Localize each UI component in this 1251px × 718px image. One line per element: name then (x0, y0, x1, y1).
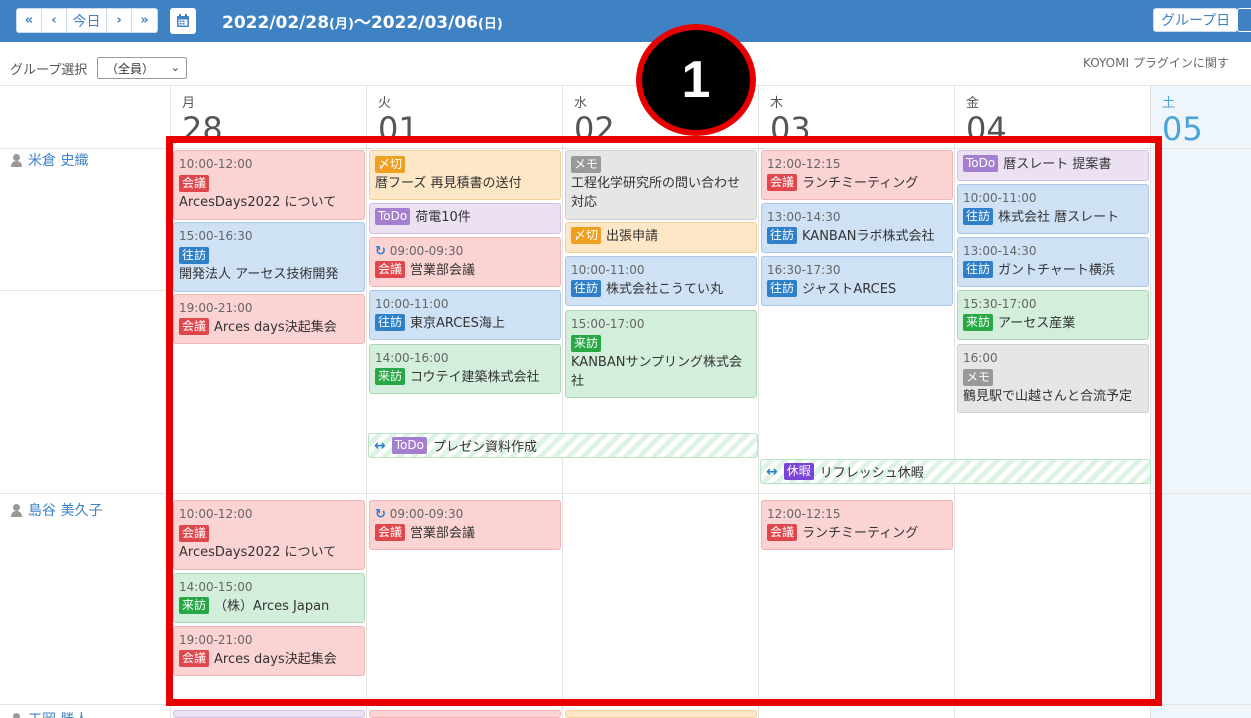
grid-line (0, 290, 170, 291)
group-day-view-button[interactable]: グループ日 (1153, 8, 1239, 32)
top-toolbar: « ‹ 今日 › » 2022/02/28(月)～2022/03/06(日) グ… (0, 0, 1251, 42)
weekday-label: 水 (574, 96, 588, 111)
date-separator: ～ (353, 13, 371, 33)
day-header-sat[interactable]: 土 05 (1162, 92, 1203, 145)
member-name[interactable]: 米倉 史織 (10, 150, 88, 170)
person-icon (10, 153, 23, 167)
prev-week-button[interactable]: ‹ (42, 9, 67, 32)
event-card[interactable] (173, 710, 365, 718)
koyomi-plugin-link[interactable]: KOYOMI プラグインに関す (1083, 54, 1229, 71)
person-icon (10, 503, 23, 517)
calendar-picker-button[interactable] (170, 8, 196, 34)
group-select-label: グループ選択 (10, 63, 88, 78)
weekday-label: 木 (770, 96, 784, 111)
today-button[interactable]: 今日 (67, 9, 107, 32)
member-name[interactable]: 島谷 美久子 (10, 500, 102, 520)
group-select[interactable]: （全員） ⌄ (97, 57, 187, 79)
highlight-box (166, 136, 1162, 706)
calendar-icon (177, 14, 189, 27)
view-toggle-button[interactable] (1237, 8, 1251, 32)
first-week-button[interactable]: « (17, 9, 42, 32)
last-week-button[interactable]: » (132, 9, 157, 32)
next-week-button[interactable]: › (107, 9, 132, 32)
day-number: 05 (1162, 110, 1203, 148)
group-select-value: （全員） (106, 61, 155, 76)
event-card[interactable] (369, 710, 561, 718)
event-card[interactable] (565, 710, 757, 718)
date-start: 2022/02/28 (222, 13, 330, 33)
weekday-label: 金 (966, 96, 980, 111)
member-label: 島谷 美久子 (28, 503, 103, 519)
saturday-column (1150, 86, 1251, 718)
weekday-label: 火 (378, 96, 392, 111)
member-label: 工岡 勝人 (28, 709, 88, 718)
date-navigation: « ‹ 今日 › » (16, 8, 158, 33)
date-end: 2022/03/06 (370, 13, 478, 33)
member-label: 米倉 史織 (28, 153, 89, 169)
date-end-weekday: (日) (477, 17, 503, 32)
date-start-weekday: (月) (329, 17, 354, 32)
member-name[interactable]: 工岡 勝人 (10, 709, 88, 718)
step-number-badge: 1 (636, 24, 756, 136)
date-range-title: 2022/02/28(月)～2022/03/06(日) (222, 8, 503, 33)
person-icon (10, 712, 23, 718)
weekday-label: 土 (1162, 96, 1176, 111)
grid-line (0, 85, 1251, 86)
weekday-label: 月 (182, 96, 196, 111)
chevron-down-icon: ⌄ (170, 61, 180, 74)
